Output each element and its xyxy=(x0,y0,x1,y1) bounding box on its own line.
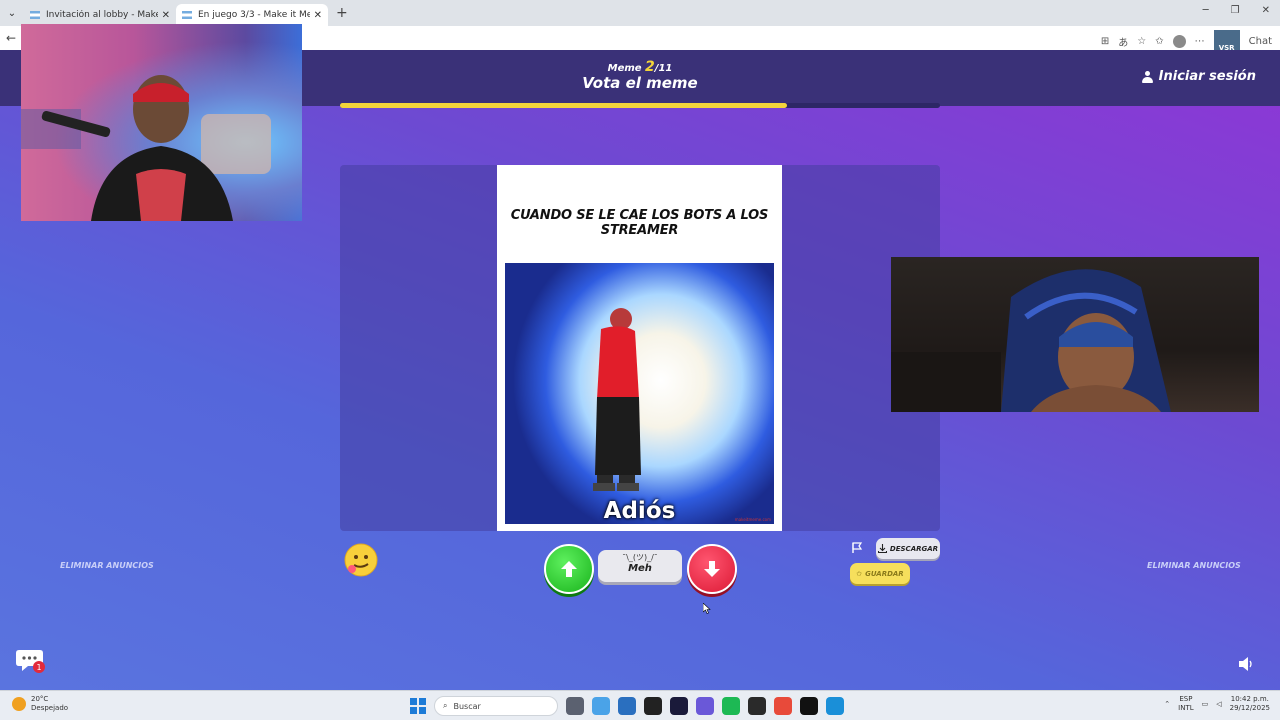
round-progress-bar xyxy=(340,103,940,108)
weather-widget[interactable]: 20°C Despejado xyxy=(12,695,68,713)
emoji-reaction-button[interactable] xyxy=(343,542,379,578)
webcam-overlay-guest xyxy=(891,257,1259,412)
download-button[interactable]: DESCARGAR xyxy=(876,538,940,559)
meme-card: CUANDO SE LE CAE LOS BOTS A LOS STREAMER… xyxy=(497,165,782,531)
argentina-flag-icon xyxy=(182,11,192,19)
app-icon[interactable] xyxy=(748,697,766,715)
round-progress-fill xyxy=(340,103,787,108)
login-label: Iniciar sesión xyxy=(1158,69,1256,84)
streamer-figure-icon xyxy=(21,75,271,221)
translate-icon[interactable]: あ xyxy=(1118,34,1128,49)
clock-time: 10:42 p.m. xyxy=(1230,695,1269,703)
vsr-badge: VSR xyxy=(1213,30,1240,52)
login-button[interactable]: Iniciar sesión xyxy=(1141,69,1256,84)
close-window-icon[interactable]: ✕ xyxy=(1262,5,1270,16)
downvote-button[interactable] xyxy=(687,544,737,594)
taskbar-apps: ⌕ Buscar xyxy=(410,696,844,716)
language-code: ESP xyxy=(1179,695,1193,703)
tab-title: En juego 3/3 - Make it Meme xyxy=(198,10,310,20)
profile-avatar-icon[interactable] xyxy=(1172,34,1186,48)
watermark: makeitmeme.com xyxy=(734,517,771,522)
windows-start-icon[interactable] xyxy=(410,698,426,714)
meme-word: Meme xyxy=(607,63,642,74)
remove-ads-link-left[interactable]: ELIMINAR ANUNCIOS xyxy=(60,561,154,570)
save-button[interactable]: ✩ GUARDAR xyxy=(850,563,910,584)
weather-sun-icon xyxy=(12,697,26,711)
obs-icon[interactable] xyxy=(670,697,688,715)
volume-icon[interactable] xyxy=(1238,656,1256,672)
os-taskbar: 20°C Despejado ⌕ Buscar ⌃ ESP INTL ▭ ◁ 1… xyxy=(0,690,1280,720)
star-icon: ✩ xyxy=(856,569,863,578)
meme-current: 2 xyxy=(645,59,655,75)
meme-caption: CUANDO SE LE CAE LOS BOTS A LOS STREAMER xyxy=(510,208,769,238)
split-screen-icon[interactable]: ⊞ xyxy=(1101,36,1109,47)
back-arrow-icon[interactable]: ← xyxy=(0,31,22,45)
favorites-icon[interactable]: ✩ xyxy=(1155,36,1163,47)
remove-ads-link-right[interactable]: ELIMINAR ANUNCIOS xyxy=(1147,561,1241,570)
epic-games-icon[interactable] xyxy=(800,697,818,715)
meh-button[interactable]: ¯\_(ツ)_/¯ Meh xyxy=(598,550,682,582)
window-controls: ─ ❐ ✕ xyxy=(1203,5,1270,16)
copilot-icon[interactable] xyxy=(592,697,610,715)
store-icon[interactable] xyxy=(618,697,636,715)
tab-title: Invitación al lobby - Make it Meme xyxy=(46,10,158,20)
clock[interactable]: 10:42 p.m. 29/12/2025 xyxy=(1230,695,1270,713)
chrome-icon[interactable] xyxy=(774,697,792,715)
tab-lobby[interactable]: Invitación al lobby - Make it Meme ✕ xyxy=(24,4,176,26)
shrug-emoticon: ¯\_(ツ)_/¯ xyxy=(622,553,658,562)
browser-tab-bar: ⌄ Invitación al lobby - Make it Meme ✕ E… xyxy=(0,0,1280,26)
more-icon[interactable]: ⋯ xyxy=(1195,36,1205,47)
user-icon xyxy=(1141,70,1153,83)
close-icon[interactable]: ✕ xyxy=(162,10,170,21)
language-indicator[interactable]: ESP INTL xyxy=(1178,695,1193,713)
search-placeholder: Buscar xyxy=(453,701,481,711)
person-silhouette-icon xyxy=(593,308,641,491)
argentina-flag-icon xyxy=(30,11,40,19)
monitor-icon[interactable]: ▭ xyxy=(1202,700,1209,708)
chat-bubble-icon[interactable]: 1 xyxy=(16,647,46,673)
weather-text: 20°C Despejado xyxy=(31,695,68,713)
maximize-icon[interactable]: ❐ xyxy=(1231,5,1240,16)
discord-icon[interactable] xyxy=(696,697,714,715)
clock-date: 29/12/2025 xyxy=(1229,704,1270,712)
arrow-up-icon xyxy=(561,561,577,577)
webcam-overlay-streamer xyxy=(21,24,302,221)
star-icon[interactable]: ☆ xyxy=(1137,36,1146,47)
close-icon[interactable]: ✕ xyxy=(314,10,322,21)
edge-icon[interactable] xyxy=(826,697,844,715)
meme-total: /11 xyxy=(654,63,673,74)
meh-label: Meh xyxy=(628,563,652,574)
capcut-icon[interactable] xyxy=(644,697,662,715)
save-label: GUARDAR xyxy=(865,569,904,578)
chat-unread-count: 1 xyxy=(36,663,41,672)
temperature: 20°C xyxy=(31,695,49,703)
report-flag-icon[interactable] xyxy=(851,542,863,554)
tab-list-chevron-icon[interactable]: ⌄ xyxy=(0,8,24,19)
upvote-button[interactable] xyxy=(544,544,594,594)
keyboard-layout: INTL xyxy=(1178,704,1194,712)
toolbar-icons: ⊞ あ ☆ ✩ ⋯ VSR Chat xyxy=(1101,30,1272,52)
chat-label[interactable]: Chat xyxy=(1249,36,1272,47)
minimize-icon[interactable]: ─ xyxy=(1203,5,1209,16)
meme-image: Adiós makeitmeme.com xyxy=(505,263,774,524)
arrow-down-icon xyxy=(704,561,720,577)
taskbar-search[interactable]: ⌕ Buscar xyxy=(434,696,558,716)
spotify-icon[interactable] xyxy=(722,697,740,715)
meme-image-text: Adiós xyxy=(603,498,676,524)
new-tab-button[interactable]: + xyxy=(336,5,348,21)
guest-figure-icon xyxy=(891,269,1171,412)
task-view-icon[interactable] xyxy=(566,697,584,715)
download-label: DESCARGAR xyxy=(889,544,939,553)
download-icon xyxy=(877,544,887,553)
weather-condition: Despejado xyxy=(31,704,69,712)
mouse-cursor-icon xyxy=(703,603,711,614)
tab-in-game[interactable]: En juego 3/3 - Make it Meme ✕ xyxy=(176,4,328,26)
speaker-icon[interactable]: ◁ xyxy=(1216,700,1221,708)
tray-chevron-icon[interactable]: ⌃ xyxy=(1164,700,1170,708)
system-tray: ⌃ ESP INTL ▭ ◁ 10:42 p.m. 29/12/2025 xyxy=(1164,695,1270,713)
search-icon: ⌕ xyxy=(443,701,448,710)
